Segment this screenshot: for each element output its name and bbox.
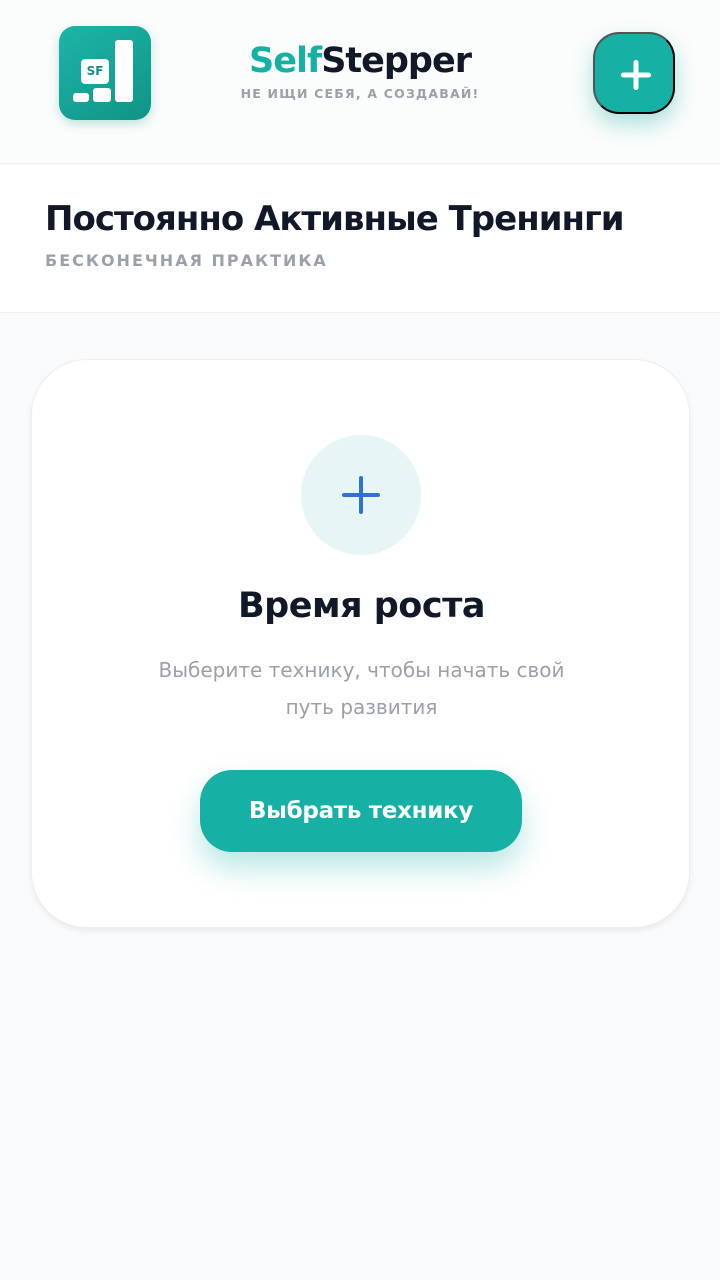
logo-bar-tall: [115, 40, 133, 102]
brand-tagline: НЕ ИЩИ СЕБЯ, А СОЗДАВАЙ!: [240, 86, 480, 101]
app-logo[interactable]: SF: [59, 26, 151, 120]
brand-name-main: Stepper: [321, 41, 472, 81]
logo-bar-small: [73, 93, 89, 102]
section-header: Постоянно Активные Тренинги БЕСКОНЕЧНАЯ …: [0, 165, 720, 313]
page-subtitle: БЕСКОНЕЧНАЯ ПРАКТИКА: [45, 251, 328, 270]
plus-icon: [340, 474, 382, 516]
brand-name: SelfStepper: [200, 40, 520, 82]
brand: SelfStepper НЕ ИЩИ СЕБЯ, А СОЗДАВАЙ!: [200, 40, 520, 101]
logo-bar-medium: [93, 88, 111, 102]
empty-state-text: Выберите технику, чтобы начать свой путь…: [158, 658, 565, 719]
empty-state-icon-circle: [301, 435, 421, 555]
brand-name-accent: Self: [249, 41, 322, 81]
add-training-button[interactable]: [593, 32, 675, 114]
page-title: Постоянно Активные Тренинги: [45, 199, 625, 239]
logo-badge: SF: [81, 59, 109, 84]
empty-state-title: Время роста: [238, 586, 486, 626]
plus-icon: [618, 57, 654, 93]
empty-state-card: Время роста Выберите технику, чтобы нача…: [31, 359, 690, 928]
choose-technique-button[interactable]: Выбрать технику: [200, 770, 522, 852]
app-header: SF SelfStepper НЕ ИЩИ СЕБЯ, А СОЗДАВАЙ!: [0, 0, 720, 164]
